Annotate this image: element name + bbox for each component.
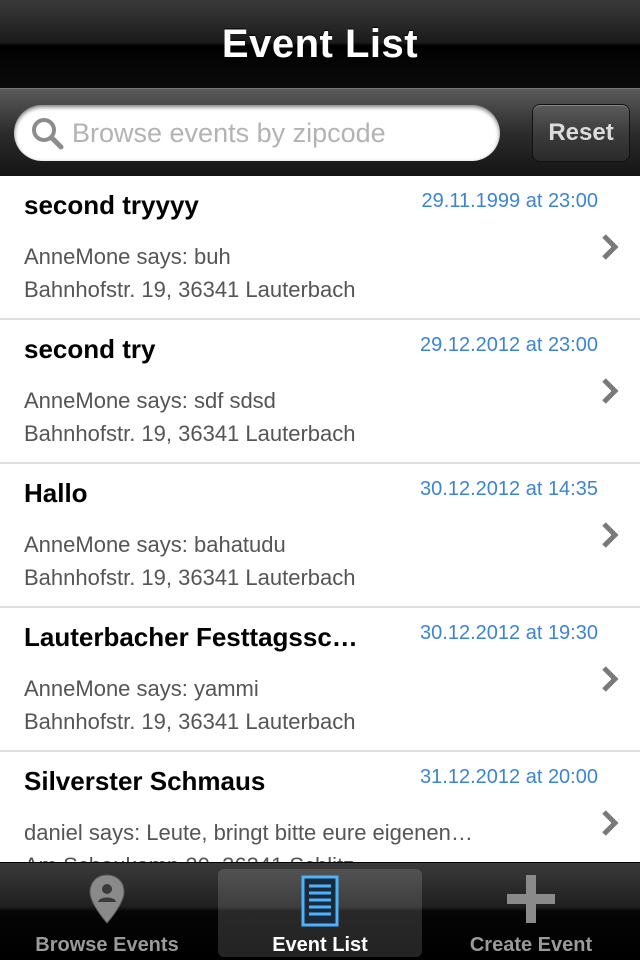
event-address: Bahnhofstr. 19, 36341 Lauterbach bbox=[24, 277, 356, 302]
plus-icon bbox=[507, 875, 555, 923]
tab-event-list[interactable]: Event List bbox=[218, 869, 422, 957]
location-pin-icon bbox=[89, 874, 125, 924]
event-address: Bahnhofstr. 19, 36341 Lauterbach bbox=[24, 421, 356, 446]
tab-label: Create Event bbox=[469, 934, 593, 956]
event-comment: AnneMone says: buh bbox=[24, 244, 231, 269]
event-title: second tryyyy bbox=[24, 190, 199, 220]
event-date: 31.12.2012 at 20:00 bbox=[420, 766, 598, 788]
search-field[interactable] bbox=[14, 105, 500, 161]
chevron-right-icon bbox=[602, 666, 619, 692]
chevron-right-icon bbox=[602, 522, 619, 548]
tab-label: Browse Events bbox=[35, 934, 179, 956]
event-row[interactable]: Hallo 30.12.2012 at 14:35 AnneMone says:… bbox=[0, 464, 640, 608]
chevron-right-icon bbox=[602, 234, 619, 260]
event-title: Hallo bbox=[24, 478, 88, 508]
event-title: Lauterbacher Festtagssc… bbox=[24, 622, 358, 652]
event-comment: AnneMone says: sdf sdsd bbox=[24, 388, 276, 413]
page-title: Event List bbox=[221, 21, 419, 66]
event-address: Am Schaukamp 20, 36341 Schlitz bbox=[24, 853, 524, 862]
event-row[interactable]: second tryyyy 29.11.1999 at 23:00 AnneMo… bbox=[0, 176, 640, 320]
reset-button[interactable]: Reset bbox=[532, 104, 630, 162]
tab-create-event[interactable]: Create Event bbox=[426, 863, 636, 960]
event-title: second try bbox=[24, 334, 156, 364]
event-title: Silverster Schmaus bbox=[24, 766, 266, 796]
chevron-right-icon bbox=[602, 378, 619, 404]
event-row[interactable]: second try 29.12.2012 at 23:00 AnneMone … bbox=[0, 320, 640, 464]
event-list: second tryyyy 29.11.1999 at 23:00 AnneMo… bbox=[0, 176, 640, 862]
navigation-bar: Event List bbox=[0, 0, 640, 88]
event-date: 30.12.2012 at 14:35 bbox=[420, 478, 598, 500]
chevron-right-icon bbox=[602, 810, 619, 836]
event-date: 29.12.2012 at 23:00 bbox=[420, 334, 598, 356]
event-address: Bahnhofstr. 19, 36341 Lauterbach bbox=[24, 709, 356, 734]
event-address: Bahnhofstr. 19, 36341 Lauterbach bbox=[24, 565, 356, 590]
event-row[interactable]: Silverster Schmaus 31.12.2012 at 20:00 d… bbox=[0, 752, 640, 862]
event-date: 29.11.1999 at 23:00 bbox=[421, 190, 598, 212]
event-comment: daniel says: Leute, bringt bitte eure ei… bbox=[24, 820, 473, 845]
tab-bar: Browse Events Event List Create Event bbox=[0, 862, 640, 960]
tab-browse-events[interactable]: Browse Events bbox=[2, 863, 212, 960]
list-document-icon bbox=[301, 875, 339, 927]
event-comment: AnneMone says: bahatudu bbox=[24, 532, 286, 557]
search-input[interactable] bbox=[72, 117, 492, 149]
tab-label: Event List bbox=[272, 934, 368, 956]
event-date: 30.12.2012 at 19:30 bbox=[420, 622, 598, 644]
event-row[interactable]: Lauterbacher Festtagssc… 30.12.2012 at 1… bbox=[0, 608, 640, 752]
event-comment: AnneMone says: yammi bbox=[24, 676, 259, 701]
search-icon bbox=[32, 118, 64, 150]
search-bar: Reset bbox=[0, 88, 640, 176]
